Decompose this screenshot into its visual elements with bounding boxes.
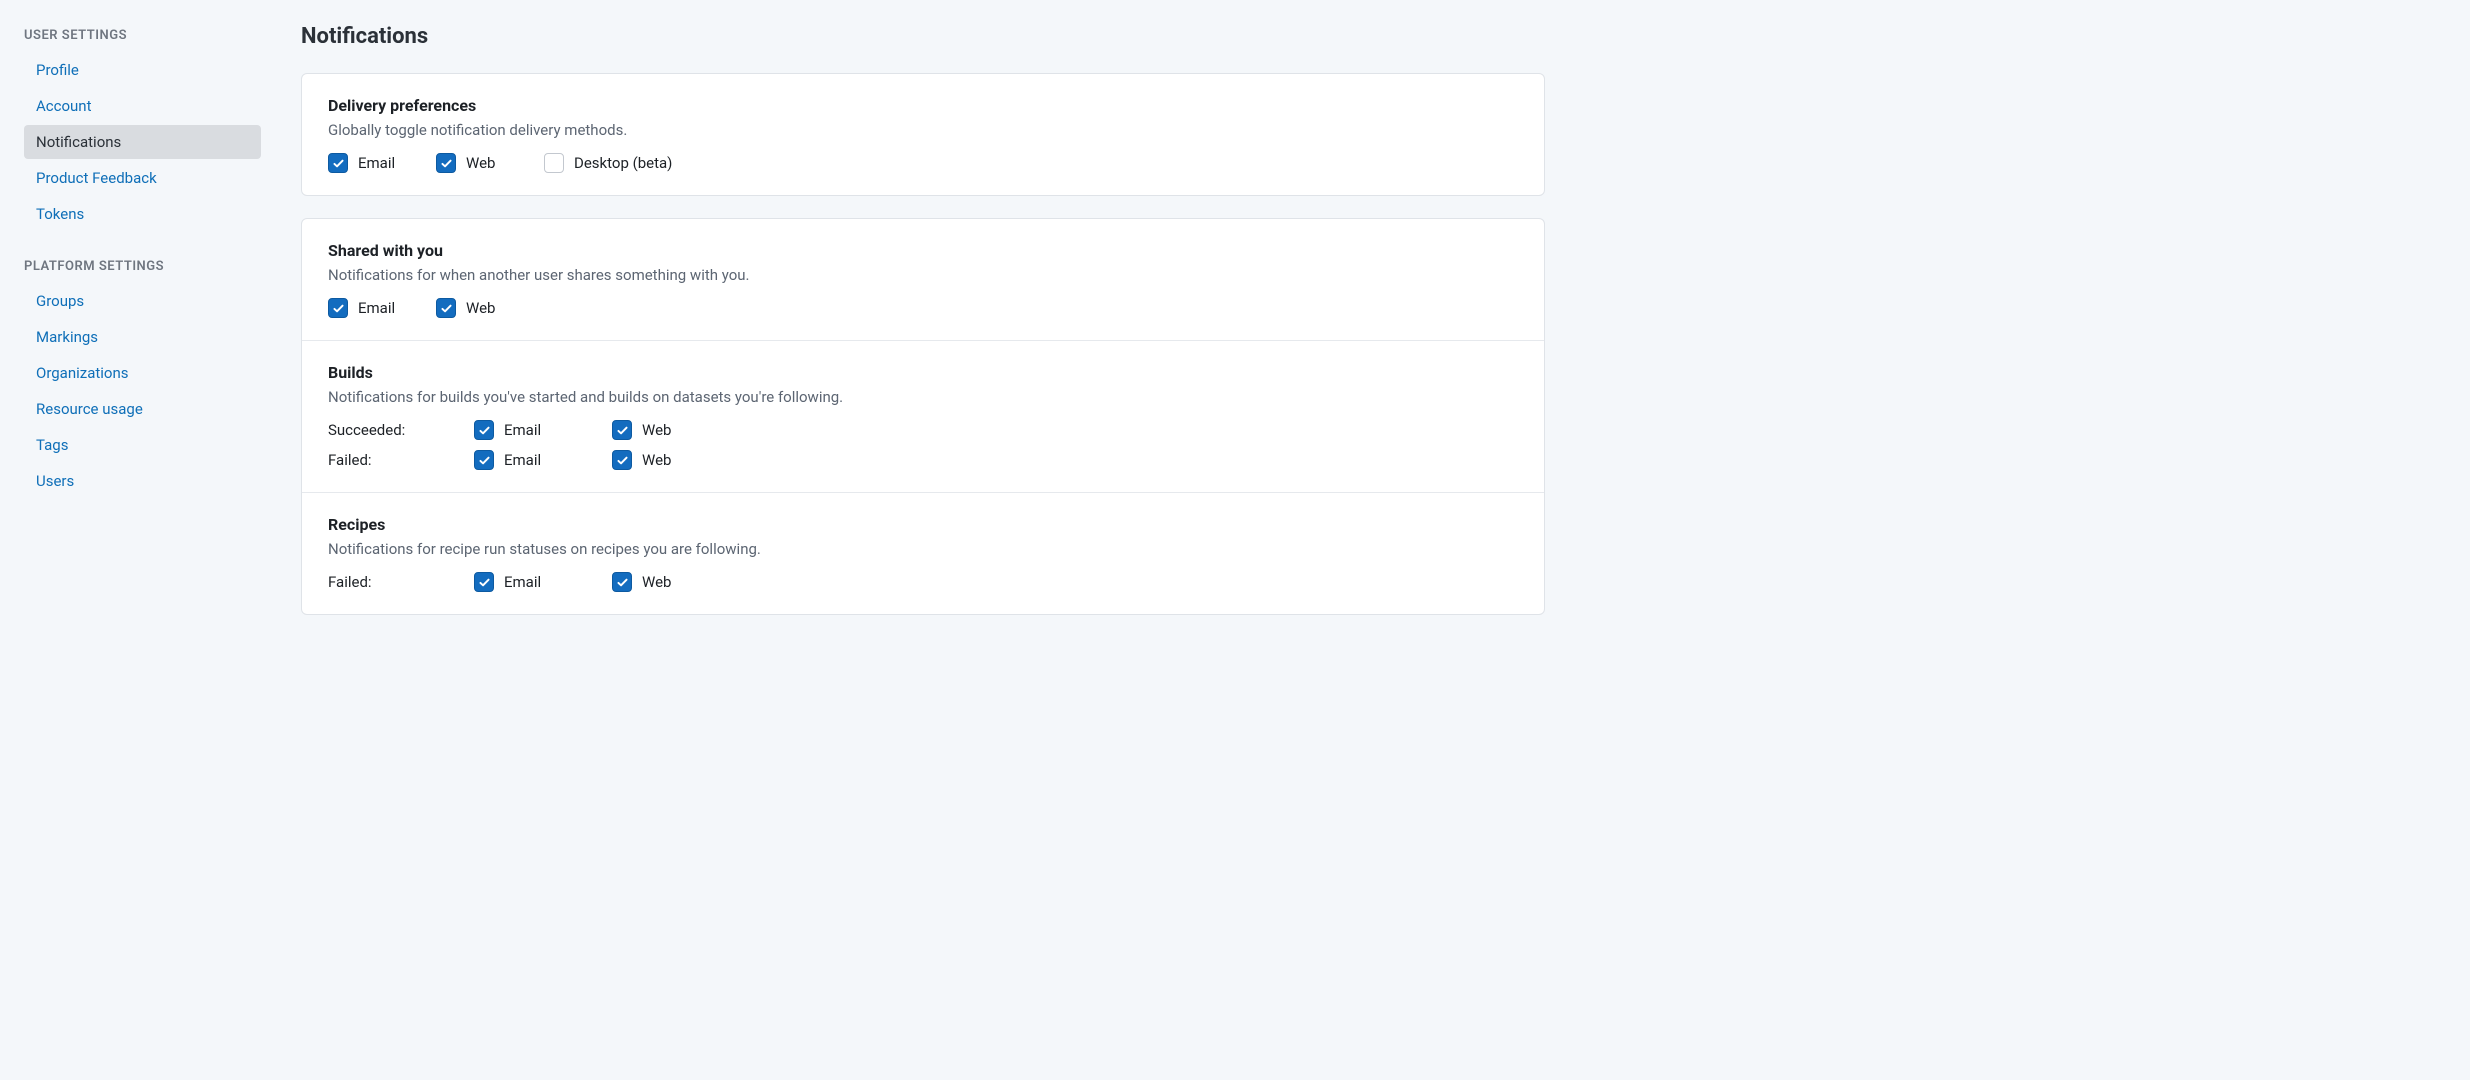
recipes-failed-row: Failed: Email Web bbox=[328, 572, 1518, 592]
shared-web-checkbox[interactable] bbox=[436, 298, 456, 318]
recipes-desc: Notifications for recipe run statuses on… bbox=[328, 540, 1518, 558]
recipes-failed-web-label: Web bbox=[642, 573, 671, 591]
builds-succeeded-email-label: Email bbox=[504, 421, 541, 439]
shared-web-label: Web bbox=[466, 299, 495, 317]
builds-succeeded-web-checkbox[interactable] bbox=[612, 420, 632, 440]
recipes-failed-email-checkbox[interactable] bbox=[474, 572, 494, 592]
builds-failed-email-option: Email bbox=[474, 450, 584, 470]
builds-failed-web-checkbox[interactable] bbox=[612, 450, 632, 470]
main-content: Notifications Delivery preferences Globa… bbox=[275, 0, 1555, 1080]
section-recipes: Recipes Notifications for recipe run sta… bbox=[302, 493, 1544, 614]
recipes-title: Recipes bbox=[328, 515, 1518, 534]
delivery-web-label: Web bbox=[466, 154, 495, 172]
delivery-web-checkbox[interactable] bbox=[436, 153, 456, 173]
builds-desc: Notifications for builds you've started … bbox=[328, 388, 1518, 406]
shared-email-label: Email bbox=[358, 299, 395, 317]
check-icon bbox=[440, 302, 453, 315]
sidebar-item-tags[interactable]: Tags bbox=[24, 428, 261, 462]
builds-title: Builds bbox=[328, 363, 1518, 382]
builds-failed-row: Failed: Email Web bbox=[328, 450, 1518, 470]
recipes-failed-email-label: Email bbox=[504, 573, 541, 591]
delivery-email-option: Email bbox=[328, 153, 408, 173]
shared-options-row: Email Web bbox=[328, 298, 1518, 318]
check-icon bbox=[616, 454, 629, 467]
shared-web-option: Web bbox=[436, 298, 516, 318]
builds-failed-email-label: Email bbox=[504, 451, 541, 469]
shared-email-checkbox[interactable] bbox=[328, 298, 348, 318]
builds-failed-label: Failed: bbox=[328, 451, 446, 469]
sidebar-item-users[interactable]: Users bbox=[24, 464, 261, 498]
sidebar-group-user-settings: USER SETTINGS Profile Account Notificati… bbox=[24, 28, 261, 231]
card-delivery-preferences: Delivery preferences Globally toggle not… bbox=[301, 73, 1545, 196]
sidebar-item-product-feedback[interactable]: Product Feedback bbox=[24, 161, 261, 195]
check-icon bbox=[332, 302, 345, 315]
sidebar-group-title-user: USER SETTINGS bbox=[24, 28, 261, 43]
recipes-failed-label: Failed: bbox=[328, 573, 446, 591]
sidebar-item-groups[interactable]: Groups bbox=[24, 284, 261, 318]
check-icon bbox=[332, 157, 345, 170]
section-builds: Builds Notifications for builds you've s… bbox=[302, 341, 1544, 493]
check-icon bbox=[478, 424, 491, 437]
check-icon bbox=[616, 424, 629, 437]
builds-failed-web-option: Web bbox=[612, 450, 722, 470]
delivery-email-label: Email bbox=[358, 154, 395, 172]
delivery-options-row: Email Web Desktop (beta) bbox=[328, 153, 1518, 173]
delivery-desc: Globally toggle notification delivery me… bbox=[328, 121, 1518, 139]
sidebar-item-account[interactable]: Account bbox=[24, 89, 261, 123]
sidebar-item-resource-usage[interactable]: Resource usage bbox=[24, 392, 261, 426]
delivery-email-checkbox[interactable] bbox=[328, 153, 348, 173]
sidebar-item-markings[interactable]: Markings bbox=[24, 320, 261, 354]
shared-desc: Notifications for when another user shar… bbox=[328, 266, 1518, 284]
sidebar-group-title-platform: PLATFORM SETTINGS bbox=[24, 259, 261, 274]
sidebar-item-tokens[interactable]: Tokens bbox=[24, 197, 261, 231]
page-title: Notifications bbox=[301, 24, 1545, 49]
recipes-failed-web-option: Web bbox=[612, 572, 722, 592]
builds-succeeded-email-checkbox[interactable] bbox=[474, 420, 494, 440]
sidebar-item-organizations[interactable]: Organizations bbox=[24, 356, 261, 390]
builds-succeeded-label: Succeeded: bbox=[328, 421, 446, 439]
builds-failed-email-checkbox[interactable] bbox=[474, 450, 494, 470]
builds-succeeded-web-label: Web bbox=[642, 421, 671, 439]
check-icon bbox=[616, 576, 629, 589]
sidebar-item-profile[interactable]: Profile bbox=[24, 53, 261, 87]
delivery-web-option: Web bbox=[436, 153, 516, 173]
check-icon bbox=[440, 157, 453, 170]
section-delivery: Delivery preferences Globally toggle not… bbox=[302, 74, 1544, 195]
card-notification-categories: Shared with you Notifications for when a… bbox=[301, 218, 1545, 615]
recipes-failed-email-option: Email bbox=[474, 572, 584, 592]
builds-succeeded-row: Succeeded: Email Web bbox=[328, 420, 1518, 440]
delivery-title: Delivery preferences bbox=[328, 96, 1518, 115]
delivery-desktop-label: Desktop (beta) bbox=[574, 154, 672, 172]
sidebar: USER SETTINGS Profile Account Notificati… bbox=[0, 0, 275, 1080]
recipes-failed-web-checkbox[interactable] bbox=[612, 572, 632, 592]
shared-email-option: Email bbox=[328, 298, 408, 318]
sidebar-group-platform-settings: PLATFORM SETTINGS Groups Markings Organi… bbox=[24, 259, 261, 498]
sidebar-item-notifications[interactable]: Notifications bbox=[24, 125, 261, 159]
check-icon bbox=[478, 454, 491, 467]
builds-succeeded-email-option: Email bbox=[474, 420, 584, 440]
section-shared: Shared with you Notifications for when a… bbox=[302, 219, 1544, 341]
builds-failed-web-label: Web bbox=[642, 451, 671, 469]
shared-title: Shared with you bbox=[328, 241, 1518, 260]
check-icon bbox=[478, 576, 491, 589]
builds-succeeded-web-option: Web bbox=[612, 420, 722, 440]
delivery-desktop-option: Desktop (beta) bbox=[544, 153, 672, 173]
delivery-desktop-checkbox[interactable] bbox=[544, 153, 564, 173]
